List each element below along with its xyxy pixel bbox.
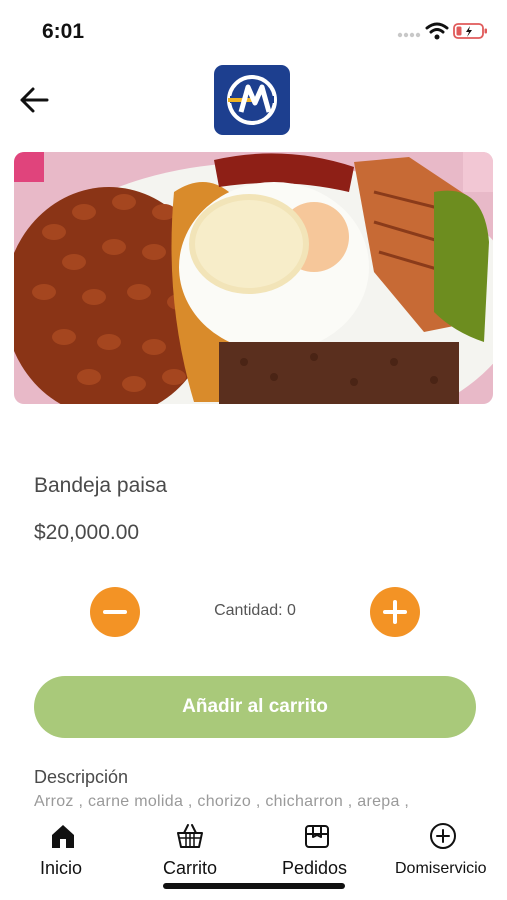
back-button[interactable]	[18, 85, 50, 115]
wifi-icon	[425, 22, 449, 40]
decrease-quantity-button[interactable]	[90, 587, 140, 637]
tab-label: Carrito	[163, 858, 218, 878]
add-to-cart-button[interactable]: Añadir al carrito	[34, 676, 476, 738]
tab-domiservicio[interactable]: Domiservicio	[392, 814, 497, 884]
home-icon	[52, 825, 74, 848]
cellular-signal-icon	[397, 32, 421, 38]
tab-inicio[interactable]: Inicio	[30, 814, 96, 884]
box-icon	[305, 825, 329, 848]
tab-label: Inicio	[40, 858, 83, 878]
product-name: Bandeja paisa	[34, 474, 168, 497]
product-price: $20,000.00	[34, 521, 140, 544]
quantity-label: Cantidad: 0	[214, 602, 296, 619]
description-text: Arroz , carne molida , chorizo , chichar…	[34, 793, 410, 810]
brand-logo	[214, 65, 290, 135]
basket-icon	[177, 824, 203, 848]
battery-icon	[453, 23, 487, 39]
home-indicator	[163, 883, 345, 889]
increase-quantity-button[interactable]	[370, 587, 420, 637]
status-bar: 6:01	[0, 0, 507, 60]
tab-carrito[interactable]: Carrito	[155, 814, 230, 884]
plus-circle-icon	[430, 823, 456, 849]
tab-pedidos[interactable]: Pedidos	[278, 814, 358, 884]
tab-label: Pedidos	[282, 858, 348, 878]
dish-image	[14, 152, 493, 404]
tab-label: Domiservicio	[395, 860, 487, 877]
status-time: 6:01	[42, 20, 85, 43]
description-title: Descripción	[34, 767, 129, 787]
